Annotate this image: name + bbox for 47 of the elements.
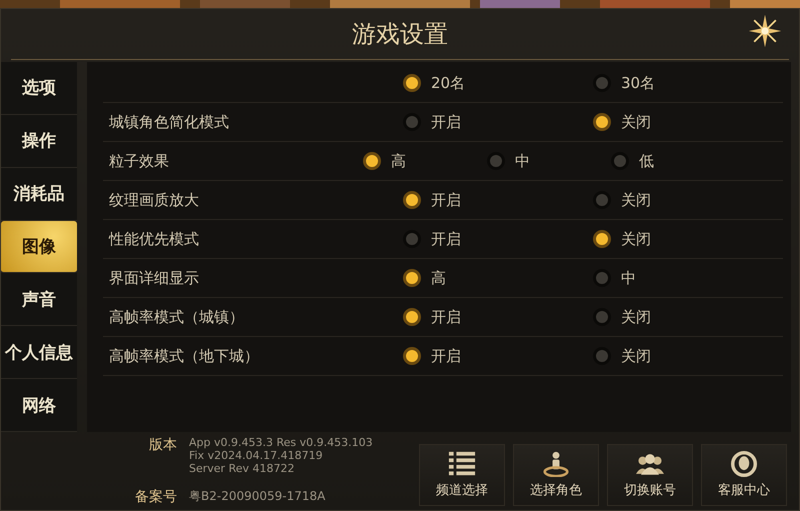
radio-option[interactable]: 关闭	[593, 346, 651, 366]
radio-option[interactable]: 关闭	[593, 230, 651, 248]
person-pin-icon	[542, 451, 570, 477]
radio-option[interactable]: 开启	[403, 112, 461, 132]
sidebar-tab[interactable]: 声音	[1, 273, 77, 326]
sidebar-tab[interactable]: 图像	[1, 220, 77, 274]
close-icon[interactable]	[747, 13, 783, 49]
footer-button[interactable]: 频道选择	[419, 444, 505, 506]
footer-button[interactable]: 客服中心	[701, 444, 787, 506]
radio-option[interactable]: 关闭	[593, 190, 651, 210]
radio-option[interactable]: 开启	[403, 190, 461, 210]
setting-label: 粒子效果	[108, 152, 170, 170]
sidebar-tab[interactable]: 消耗品	[1, 168, 77, 221]
radio-option[interactable]: 关闭	[593, 308, 651, 326]
radio-option[interactable]: 高	[403, 268, 446, 288]
record-number: 粤B2-20090059-1718A	[189, 488, 326, 505]
footer-button[interactable]: 选择角色	[513, 444, 599, 506]
setting-label: 纹理画质放大	[108, 190, 200, 210]
version-text: Fix v2024.04.17.418719	[189, 449, 324, 462]
radio-option[interactable]: 20名	[403, 74, 466, 92]
radio-option[interactable]: 开启	[403, 308, 461, 326]
radio-option[interactable]: 低	[611, 152, 654, 170]
version-label: 版本	[148, 436, 177, 455]
setting-label: 高帧率模式（地下城）	[108, 346, 260, 366]
sidebar-tab[interactable]: 个人信息	[1, 326, 77, 380]
setting-label: 高帧率模式（城镇）	[108, 308, 245, 326]
setting-label: 城镇角色简化模式	[108, 112, 230, 132]
radio-option[interactable]: 高	[363, 152, 406, 170]
window-title: 游戏设置	[352, 19, 448, 50]
radio-option[interactable]: 30名	[593, 74, 656, 92]
version-text: App v0.9.453.3 Res v0.9.453.103	[189, 436, 373, 449]
sidebar-tab[interactable]: 选项	[1, 62, 77, 115]
radio-option[interactable]: 中	[487, 152, 530, 170]
headset-icon	[730, 451, 758, 477]
list-icon	[448, 451, 476, 477]
setting-label: 界面详细显示	[108, 268, 200, 288]
record-label: 备案号	[135, 488, 177, 506]
radio-option[interactable]: 中	[593, 268, 636, 288]
setting-label: 性能优先模式	[108, 230, 200, 248]
sidebar-tab[interactable]: 网络	[1, 379, 77, 432]
sidebar-tab[interactable]: 操作	[1, 114, 77, 168]
version-text: Server Rev 418722	[189, 462, 296, 475]
group-icon	[636, 451, 664, 477]
footer-button[interactable]: 切换账号	[607, 444, 693, 506]
radio-option[interactable]: 关闭	[593, 112, 651, 132]
radio-option[interactable]: 开启	[403, 230, 461, 248]
radio-option[interactable]: 开启	[403, 346, 461, 366]
